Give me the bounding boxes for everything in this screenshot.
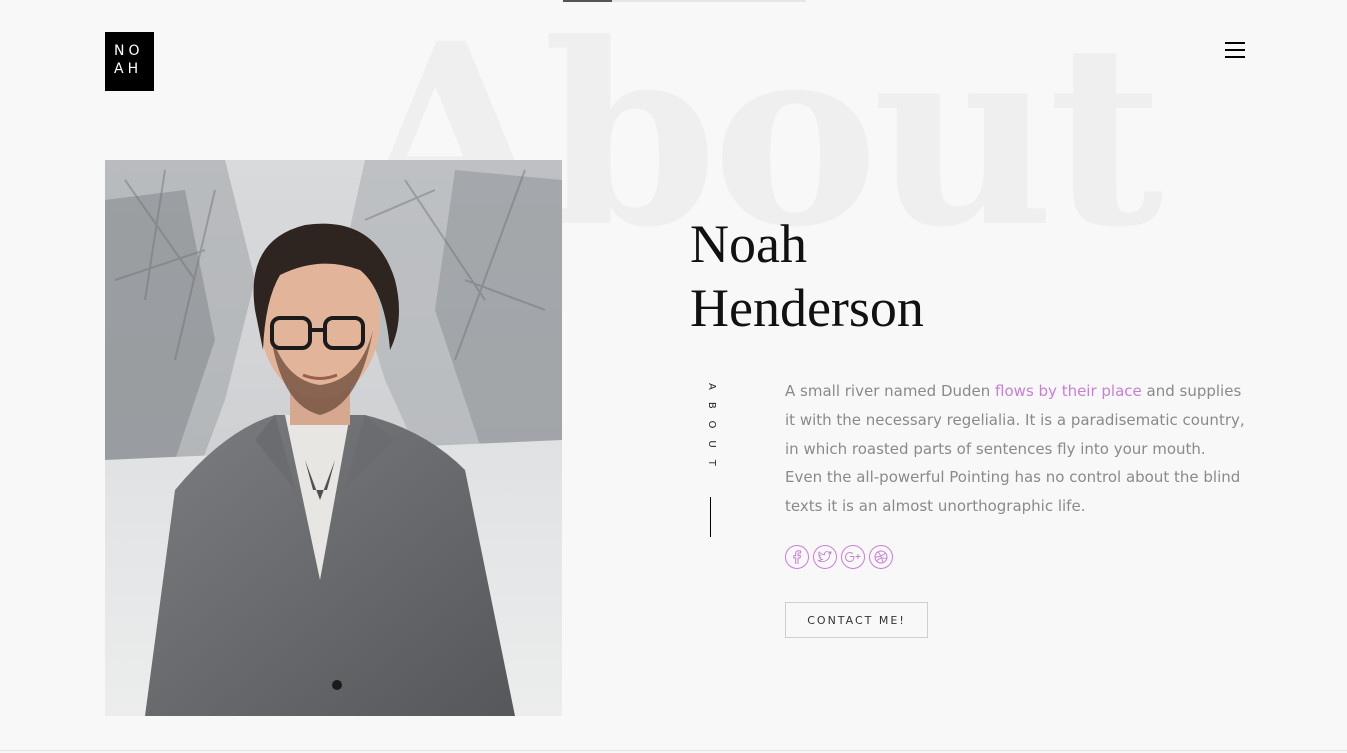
bio-text-start: A small river named Duden — [785, 382, 996, 400]
bio-text: A small river named Duden flows by their… — [785, 377, 1245, 521]
bio-link[interactable]: flows by their place — [995, 382, 1142, 400]
bio-text-end: and supplies it with the necessary regel… — [785, 382, 1245, 516]
social-links — [785, 545, 893, 569]
side-divider — [710, 497, 711, 537]
profile-name: Noah Henderson — [690, 212, 924, 340]
facebook-icon[interactable] — [785, 545, 809, 569]
section-side-label: ABOUT — [706, 383, 717, 478]
first-name: Noah — [690, 214, 807, 274]
section-divider — [0, 750, 1347, 751]
logo[interactable]: NO AH — [105, 32, 154, 91]
google-plus-icon[interactable] — [841, 545, 865, 569]
contact-me-button[interactable]: CONTACT ME! — [785, 602, 928, 638]
logo-line-1: NO — [114, 43, 144, 59]
hamburger-menu-icon[interactable] — [1225, 42, 1245, 58]
portrait-photo — [105, 160, 562, 716]
twitter-icon[interactable] — [813, 545, 837, 569]
last-name: Henderson — [690, 278, 924, 338]
dribbble-icon[interactable] — [869, 545, 893, 569]
logo-line-2: AH — [114, 61, 143, 77]
